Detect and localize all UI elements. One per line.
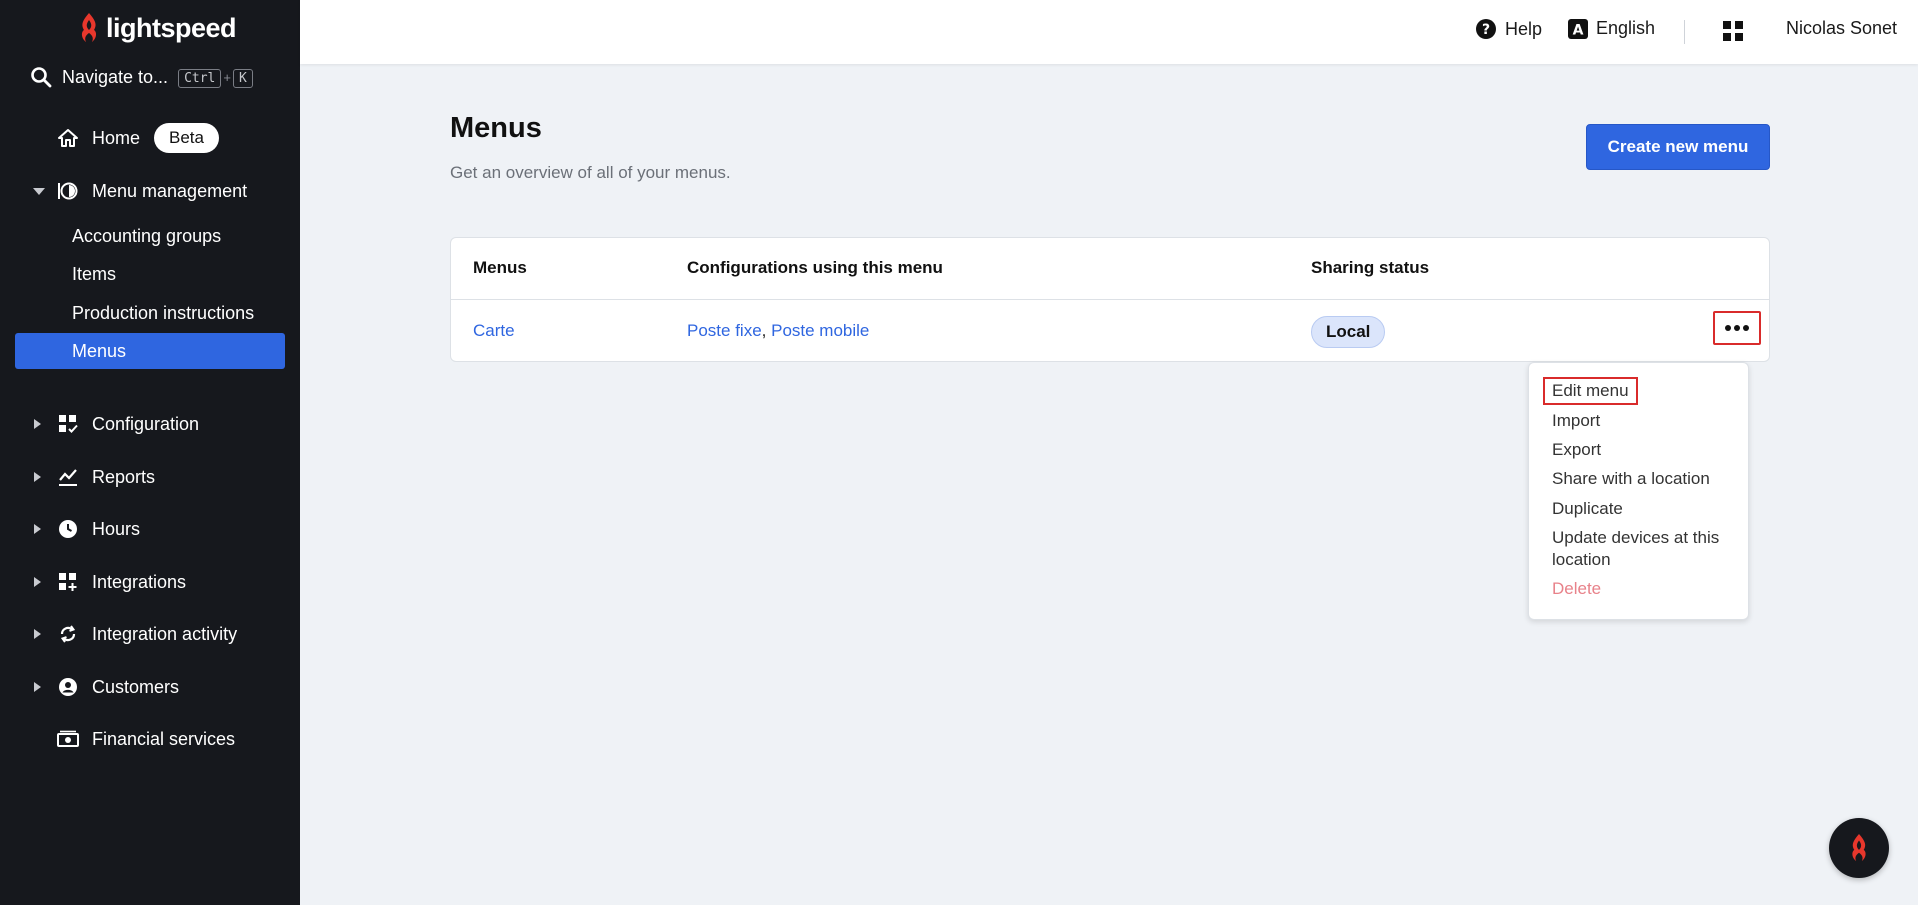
chevron-right-icon xyxy=(34,577,41,587)
status-badge: Local xyxy=(1311,316,1386,348)
sidebar-item-configuration[interactable]: Configuration xyxy=(0,406,300,442)
sidebar-item-integrations[interactable]: Integrations xyxy=(0,564,300,600)
shortcut-key-ctrl: Ctrl xyxy=(178,69,222,88)
sidebar-item-label: Integrations xyxy=(92,571,187,592)
configuration-link[interactable]: Poste fixe xyxy=(687,321,762,340)
more-dots-icon xyxy=(1743,325,1749,331)
lightspeed-logo[interactable]: lightspeed xyxy=(78,12,237,44)
navigate-label: Navigate to... xyxy=(62,66,169,87)
shortcut-joiner: + xyxy=(223,70,231,85)
cash-icon xyxy=(57,728,79,750)
chevron-right-icon xyxy=(34,419,41,429)
sidebar-item-menus[interactable]: Menus xyxy=(15,333,285,369)
page-subtitle: Get an overview of all of your menus. xyxy=(450,163,731,182)
configurations-cell: Poste fixe, Poste mobile xyxy=(687,321,869,341)
actions-dropdown: Edit menu Import Export Share with a loc… xyxy=(1528,362,1749,620)
configuration-link[interactable]: Poste mobile xyxy=(771,321,869,340)
chevron-right-icon xyxy=(34,682,41,692)
column-header-configurations: Configurations using this menu xyxy=(687,258,943,277)
config-separator: , xyxy=(761,321,772,340)
chevron-right-icon xyxy=(34,629,41,639)
sidebar-item-reports[interactable]: Reports xyxy=(0,459,300,495)
sidebar-item-label: Customers xyxy=(92,676,180,697)
sidebar-item-label: Configuration xyxy=(92,413,200,434)
menu-management-icon xyxy=(57,180,79,202)
table-divider xyxy=(451,299,1769,300)
beta-badge: Beta xyxy=(154,123,219,153)
sidebar-item-items[interactable]: Items xyxy=(15,256,285,292)
sidebar-item-label: Items xyxy=(72,263,117,284)
grid-check-icon xyxy=(57,413,79,435)
sidebar-item-label: Menus xyxy=(72,340,127,361)
chevron-right-icon xyxy=(34,524,41,534)
more-actions-button[interactable] xyxy=(1713,311,1761,345)
chevron-right-icon xyxy=(34,472,41,482)
header-divider xyxy=(1684,20,1685,44)
apps-button[interactable] xyxy=(1722,20,1744,42)
help-label: Help xyxy=(1505,18,1543,39)
column-header-menus: Menus xyxy=(473,258,527,277)
menu-item-share-with-location[interactable]: Share with a location xyxy=(1552,468,1710,490)
apps-grid-icon xyxy=(1723,21,1743,41)
user-name: Nicolas Sonet xyxy=(1786,18,1898,38)
help-icon: ? xyxy=(1476,19,1496,39)
menu-item-export[interactable]: Export xyxy=(1552,439,1601,461)
menu-name-link[interactable]: Carte xyxy=(473,321,515,341)
svg-text:A: A xyxy=(1573,22,1584,38)
user-circle-icon xyxy=(57,676,79,698)
help-link[interactable]: ? Help xyxy=(1475,18,1542,40)
sidebar-item-integration-activity[interactable]: Integration activity xyxy=(0,616,300,652)
column-header-sharing-status: Sharing status xyxy=(1311,258,1430,277)
flame-logo-icon xyxy=(1852,833,1866,862)
sidebar-item-home[interactable]: Home Beta xyxy=(0,120,300,156)
chevron-down-icon xyxy=(33,187,45,195)
more-dots-icon xyxy=(1734,325,1740,331)
support-chat-button[interactable] xyxy=(1829,818,1889,878)
user-menu[interactable]: Nicolas Sonet xyxy=(1786,18,1897,39)
menu-item-duplicate[interactable]: Duplicate xyxy=(1552,498,1623,520)
sidebar-item-label: Production instructions xyxy=(72,302,255,323)
sidebar-item-label: Menu management xyxy=(92,180,248,201)
sidebar-item-label: Home xyxy=(92,127,141,148)
sidebar-item-label: Reports xyxy=(92,466,156,487)
top-bar: ? Help A English Nicolas Sonet xyxy=(300,0,1918,64)
menus-table: Menus Configurations using this menu Sha… xyxy=(450,237,1770,362)
sidebar-item-accounting-groups[interactable]: Accounting groups xyxy=(15,218,285,254)
sync-icon xyxy=(57,623,79,645)
sidebar-item-label: Accounting groups xyxy=(72,225,222,246)
language-selector[interactable]: A English xyxy=(1568,18,1655,39)
sidebar-item-label: Hours xyxy=(92,518,141,539)
sidebar-item-financial-services[interactable]: Financial services xyxy=(0,721,300,757)
home-icon xyxy=(57,127,79,149)
sidebar-item-label: Financial services xyxy=(92,728,236,749)
sidebar-item-production-instructions[interactable]: Production instructions xyxy=(15,295,285,331)
sidebar-item-hours[interactable]: Hours xyxy=(0,511,300,547)
menu-item-edit-menu[interactable]: Edit menu xyxy=(1543,377,1638,405)
search-icon xyxy=(31,67,52,88)
svg-text:?: ? xyxy=(1482,22,1490,38)
navigate-search[interactable]: Navigate to... Ctrl + K xyxy=(30,66,253,88)
grid-plus-icon xyxy=(57,571,79,593)
flame-logo-icon xyxy=(81,13,97,42)
sidebar-item-menu-management[interactable]: Menu management xyxy=(0,173,300,209)
brand-name: lightspeed xyxy=(106,12,237,43)
menu-item-delete[interactable]: Delete xyxy=(1552,578,1601,600)
clock-icon xyxy=(57,518,79,540)
sidebar: lightspeed Navigate to... Ctrl + K Home Be… xyxy=(0,0,300,905)
more-dots-icon xyxy=(1725,325,1731,331)
sidebar-item-label: Integration activity xyxy=(92,623,238,644)
shortcut-key-k: K xyxy=(232,69,253,88)
chart-icon xyxy=(57,466,79,488)
language-label: English xyxy=(1596,18,1656,38)
menu-item-update-devices[interactable]: Update devices at this location xyxy=(1552,527,1742,571)
sidebar-item-customers[interactable]: Customers xyxy=(0,669,300,705)
translate-icon: A xyxy=(1568,18,1588,39)
create-new-menu-button[interactable]: Create new menu xyxy=(1586,124,1770,170)
menu-item-import[interactable]: Import xyxy=(1552,410,1600,432)
page-title: Menus xyxy=(450,112,542,144)
